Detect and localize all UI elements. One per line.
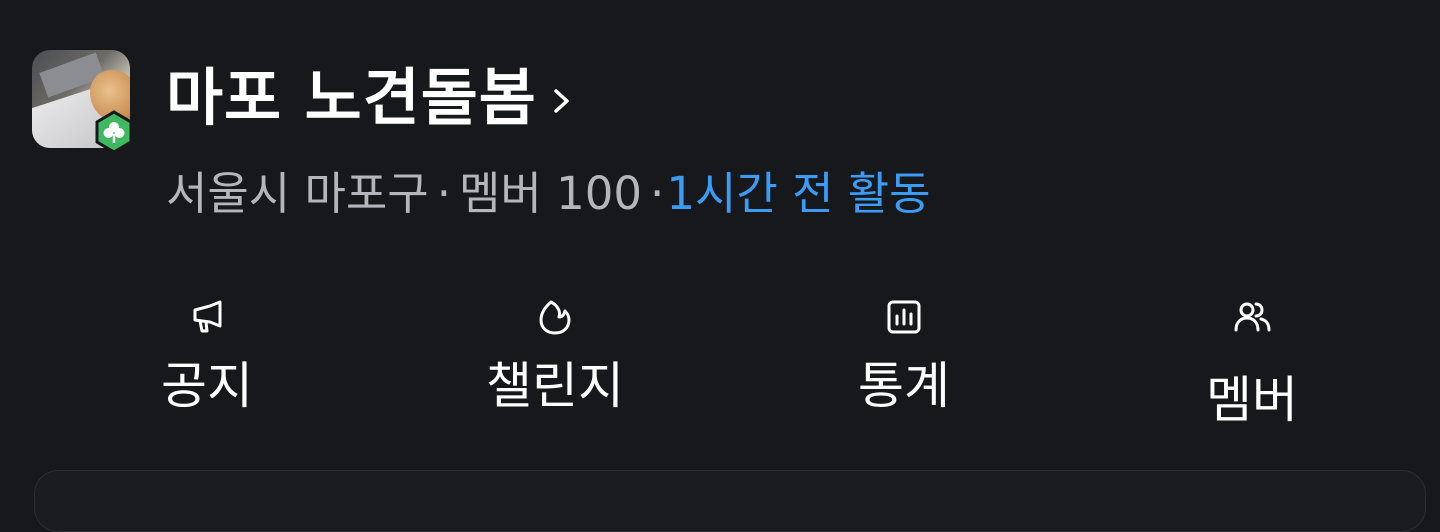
location-text: 서울시 마포구 — [166, 167, 429, 220]
community-title-link[interactable]: 마포 노견돌봄 — [166, 48, 573, 148]
separator-dot: · — [650, 167, 665, 220]
menu-label-notice: 공지 — [161, 357, 253, 415]
menu-label-members: 멤버 — [1206, 371, 1298, 429]
menu-item-stats[interactable]: 통계 — [754, 290, 1054, 440]
clover-badge-icon — [95, 110, 133, 154]
megaphone-icon — [193, 300, 222, 333]
chevron-right-icon — [554, 89, 569, 113]
menu-item-notice[interactable]: 공지 — [57, 290, 357, 440]
menu-label-challenge: 챌린지 — [486, 357, 624, 415]
menu-label-stats: 통계 — [858, 357, 950, 415]
menu-item-challenge[interactable]: 챌린지 — [405, 290, 705, 440]
community-header: 마포 노견돌봄 — [32, 48, 573, 154]
content-card — [34, 470, 1426, 532]
community-avatar[interactable] — [32, 48, 133, 154]
people-icon — [1234, 302, 1271, 332]
activity-status: 1시간 전 활동 — [666, 167, 931, 220]
community-menu: 공지 챌린지 통계 멤버 — [0, 290, 1440, 440]
separator-dot: · — [436, 167, 452, 220]
flame-icon — [539, 300, 571, 335]
menu-item-members[interactable]: 멤버 — [1102, 290, 1402, 440]
community-title: 마포 노견돌봄 — [166, 61, 537, 134]
community-meta: 서울시 마포구 · 멤버 100·1시간 전 활동 — [166, 164, 931, 224]
chart-icon — [887, 300, 921, 334]
member-count-text: 멤버 100 — [459, 167, 643, 220]
